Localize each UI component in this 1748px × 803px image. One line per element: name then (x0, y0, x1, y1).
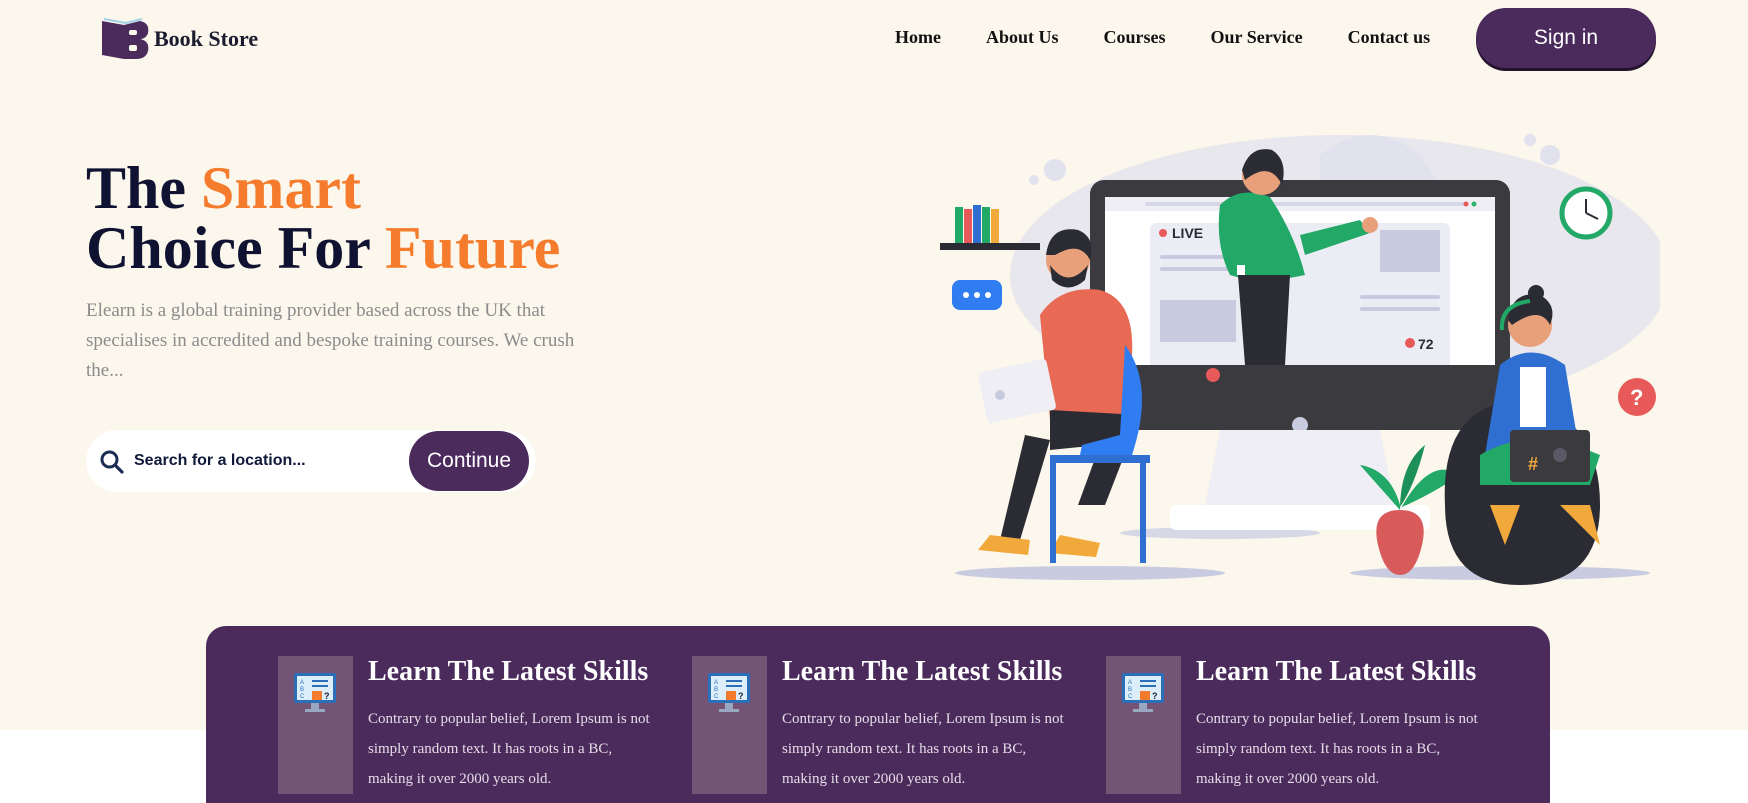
feature-icon-box: A B C ? (278, 656, 353, 794)
live-label: LIVE (1172, 225, 1203, 241)
svg-text:A: A (300, 680, 304, 686)
svg-text:A: A (714, 680, 718, 686)
hero-title-accent: Smart (201, 155, 361, 221)
features-panel: A B C ? Learn The Latest Skills Contrary… (206, 626, 1550, 803)
hero-description: Elearn is a global training provider bas… (86, 300, 575, 381)
book-logo-icon (102, 18, 149, 59)
elearning-illustration: LIVE 72 ? # (940, 134, 1660, 585)
svg-text:C: C (300, 694, 305, 700)
feature-title: Learn The Latest Skills (368, 656, 649, 687)
hero-title: The Smart Choice For Future (86, 158, 560, 278)
feature-title: Learn The Latest Skills (782, 656, 1063, 687)
logo-text: Book Store (154, 26, 259, 51)
feature-text: Contrary to popular belief, Lorem Ipsum … (1196, 711, 1478, 787)
search-icon[interactable] (99, 449, 125, 475)
quiz-monitor-icon: A B C ? (1122, 673, 1164, 712)
continue-button[interactable]: Continue (409, 431, 529, 491)
svg-text:#: # (1528, 454, 1538, 474)
svg-text:A: A (1128, 680, 1132, 686)
svg-text:B: B (1128, 687, 1132, 693)
feature-text: Contrary to popular belief, Lorem Ipsum … (782, 711, 1064, 787)
svg-text:?: ? (1630, 385, 1643, 410)
svg-text:B: B (714, 687, 718, 693)
sign-in-button[interactable]: Sign in (1476, 8, 1656, 68)
hero-title-accent: Future (384, 215, 561, 281)
nav-contact-us[interactable]: Contact us (1348, 27, 1431, 48)
quiz-monitor-icon: A B C ? (294, 673, 336, 712)
quiz-monitor-icon: A B C ? (708, 673, 750, 712)
feature-icon-box: A B C ? (692, 656, 767, 794)
hero-title-part: The (86, 155, 187, 221)
location-search-input[interactable] (134, 444, 374, 478)
logo[interactable]: Book Store (100, 17, 258, 61)
location-search-bar: Continue (86, 430, 536, 492)
svg-text:C: C (1128, 694, 1133, 700)
hero-title-part: Choice For (86, 215, 370, 281)
svg-text:?: ? (324, 691, 330, 701)
main-nav: Home About Us Courses Our Service Contac… (895, 27, 1430, 48)
nav-our-service[interactable]: Our Service (1211, 27, 1303, 48)
viewer-count: 72 (1418, 336, 1434, 352)
svg-text:?: ? (1152, 691, 1158, 701)
nav-courses[interactable]: Courses (1104, 27, 1166, 48)
svg-text:C: C (714, 694, 719, 700)
feature-text: Contrary to popular belief, Lorem Ipsum … (368, 711, 650, 787)
svg-text:?: ? (738, 691, 744, 701)
nav-about-us[interactable]: About Us (986, 27, 1059, 48)
svg-text:B: B (300, 687, 304, 693)
feature-title: Learn The Latest Skills (1196, 656, 1477, 687)
nav-home[interactable]: Home (895, 27, 941, 48)
feature-icon-box: A B C ? (1106, 656, 1181, 794)
